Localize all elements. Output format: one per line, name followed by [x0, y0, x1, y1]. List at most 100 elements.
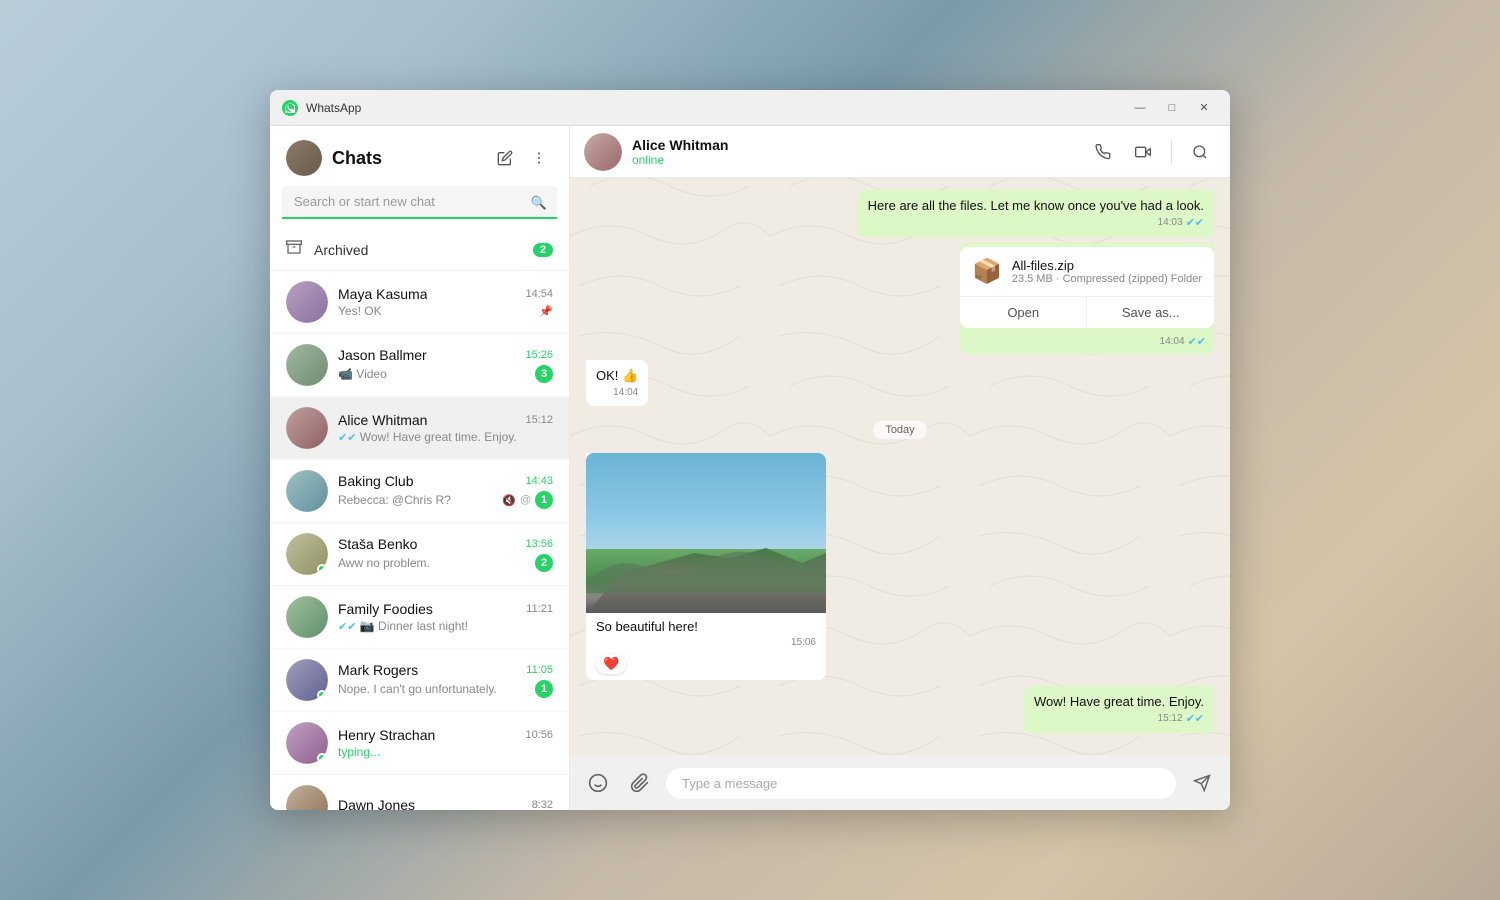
voice-call-button[interactable]: [1087, 136, 1119, 168]
file-msg-tick: ✔✔: [1188, 335, 1206, 348]
message-text-out-2: Wow! Have great time. Enjoy.: [1034, 694, 1204, 709]
chat-item-maya[interactable]: Maya Kasuma 14:54 Yes! OK 📌: [270, 271, 569, 334]
titlebar-controls: — □ ✕: [1126, 98, 1218, 118]
search-messages-button[interactable]: [1184, 136, 1216, 168]
reaction-badge: ❤️: [596, 654, 626, 674]
unread-badge-baking: 1: [535, 491, 553, 509]
file-attachment: 📦 All-files.zip 23.5 MB · Compressed (zi…: [960, 247, 1214, 328]
message-tick-out-2: ✔✔: [1186, 712, 1204, 725]
save-file-button[interactable]: Save as...: [1087, 297, 1214, 328]
reaction-row: ❤️: [586, 652, 826, 680]
chat-item-dawn[interactable]: Dawn Jones 8:32: [270, 775, 569, 810]
avatar-jason: [286, 344, 328, 386]
minimize-button[interactable]: —: [1126, 98, 1154, 118]
video-call-button[interactable]: [1127, 136, 1159, 168]
user-avatar[interactable]: [286, 140, 322, 176]
chat-item-alice[interactable]: Alice Whitman 15:12 ✔✔ Wow! Have great t…: [270, 397, 569, 460]
message-in-1: OK! 👍 14:04: [586, 360, 648, 406]
chat-header-avatar[interactable]: [584, 133, 622, 171]
chat-item-stasa[interactable]: Staša Benko 13:56 Aww no problem. 2: [270, 523, 569, 586]
chat-time-jason: 15:26: [525, 349, 553, 361]
chat-header-actions: [1087, 136, 1216, 168]
file-info: All-files.zip 23.5 MB · Compressed (zipp…: [1012, 258, 1202, 285]
messages-area: Here are all the files. Let me know once…: [570, 178, 1230, 756]
attach-button[interactable]: [624, 767, 656, 799]
chat-info-family: Family Foodies 11:21 ✔✔ 📷 Dinner last ni…: [338, 601, 553, 633]
chat-msg-family: ✔✔ 📷 Dinner last night!: [338, 619, 553, 633]
avatar-mark: [286, 659, 328, 701]
close-button[interactable]: ✕: [1190, 98, 1218, 118]
chat-icons-stasa: 2: [535, 554, 553, 572]
message-in-image: So beautiful here! 15:06 ❤️: [586, 453, 826, 680]
avatar-maya: [286, 281, 328, 323]
chat-header-info: Alice Whitman online: [632, 137, 1077, 167]
chat-header-name: Alice Whitman: [632, 137, 1077, 153]
chat-icons-mark: 1: [535, 680, 553, 698]
app-body: Chats 🔍: [270, 126, 1230, 810]
online-indicator-mark: [317, 690, 327, 700]
sidebar: Chats 🔍: [270, 126, 570, 810]
message-out-2: Wow! Have great time. Enjoy. 15:12 ✔✔: [1024, 686, 1214, 733]
chat-time-family: 11:21: [526, 603, 553, 615]
sidebar-title: Chats: [332, 148, 481, 169]
more-options-button[interactable]: [525, 144, 553, 172]
chat-msg-jason: 📹 Video: [338, 367, 535, 381]
message-tick-out-1: ✔✔: [1186, 216, 1204, 229]
date-label: Today: [873, 421, 926, 439]
chat-icons-baking: 🔇 @ 1: [502, 491, 553, 509]
sidebar-header-icons: [491, 144, 553, 172]
emoji-button[interactable]: [582, 767, 614, 799]
chat-name-dawn: Dawn Jones: [338, 797, 415, 810]
chat-time-dawn: 8:32: [532, 799, 553, 810]
search-input[interactable]: [282, 186, 557, 219]
avatar-henry: [286, 722, 328, 764]
chat-icons-jason: 3: [535, 365, 553, 383]
chat-item-jason[interactable]: Jason Ballmer 15:26 📹 Video 3: [270, 334, 569, 397]
chat-item-baking[interactable]: Baking Club 14:43 Rebecca: @Chris R? 🔇 @…: [270, 460, 569, 523]
image-container[interactable]: So beautiful here! 15:06 ❤️: [586, 453, 826, 680]
photo-caption: So beautiful here!: [596, 619, 698, 634]
chat-info-henry: Henry Strachan 10:56 typing...: [338, 727, 553, 759]
chat-panel: Alice Whitman online: [570, 126, 1230, 810]
chat-msg-baking: Rebecca: @Chris R?: [338, 493, 502, 507]
file-size: 23.5 MB · Compressed (zipped) Folder: [1012, 273, 1202, 285]
chat-item-henry[interactable]: Henry Strachan 10:56 typing...: [270, 712, 569, 775]
chat-time-baking: 14:43: [525, 475, 553, 487]
chat-msg-henry: typing...: [338, 745, 553, 759]
chat-header-status: online: [632, 153, 1077, 167]
date-divider: Today: [586, 420, 1214, 439]
chat-icons-maya: 📌: [539, 305, 553, 318]
photo-time: 15:06: [791, 637, 816, 648]
archived-badge: 2: [533, 243, 553, 257]
archived-label: Archived: [314, 242, 521, 258]
input-area: [570, 756, 1230, 810]
send-button[interactable]: [1186, 767, 1218, 799]
app-window: WhatsApp — □ ✕ Chats: [270, 90, 1230, 810]
maximize-button[interactable]: □: [1158, 98, 1186, 118]
chat-item-mark[interactable]: Mark Rogers 11:05 Nope. I can't go unfor…: [270, 649, 569, 712]
message-text-in-1: OK! 👍: [596, 368, 638, 383]
message-bubble-file: 📦 All-files.zip 23.5 MB · Compressed (zi…: [960, 243, 1214, 354]
chat-info-baking: Baking Club 14:43 Rebecca: @Chris R? 🔇 @…: [338, 473, 553, 509]
chat-info-jason: Jason Ballmer 15:26 📹 Video 3: [338, 347, 553, 383]
file-msg-time: 14:04: [1160, 336, 1185, 347]
chat-name-henry: Henry Strachan: [338, 727, 435, 743]
open-file-button[interactable]: Open: [960, 297, 1088, 328]
archived-row[interactable]: Archived 2: [270, 229, 569, 271]
new-chat-button[interactable]: [491, 144, 519, 172]
whatsapp-logo-icon: [282, 100, 298, 116]
chat-info-maya: Maya Kasuma 14:54 Yes! OK 📌: [338, 286, 553, 318]
archive-icon: [286, 239, 302, 260]
titlebar-app-name: WhatsApp: [306, 101, 1118, 115]
chat-item-family[interactable]: Family Foodies 11:21 ✔✔ 📷 Dinner last ni…: [270, 586, 569, 649]
chat-info-alice: Alice Whitman 15:12 ✔✔ Wow! Have great t…: [338, 412, 553, 444]
message-time-in-1: 14:04: [613, 387, 638, 398]
chat-name-family: Family Foodies: [338, 601, 433, 617]
search-icon: 🔍: [531, 195, 547, 211]
message-input[interactable]: [666, 768, 1176, 799]
chat-name-stasa: Staša Benko: [338, 536, 417, 552]
message-out-file: 📦 All-files.zip 23.5 MB · Compressed (zi…: [960, 243, 1214, 354]
unread-badge-stasa: 2: [535, 554, 553, 572]
chat-time-mark: 11:05: [526, 664, 553, 676]
search-bar: 🔍: [282, 186, 557, 219]
